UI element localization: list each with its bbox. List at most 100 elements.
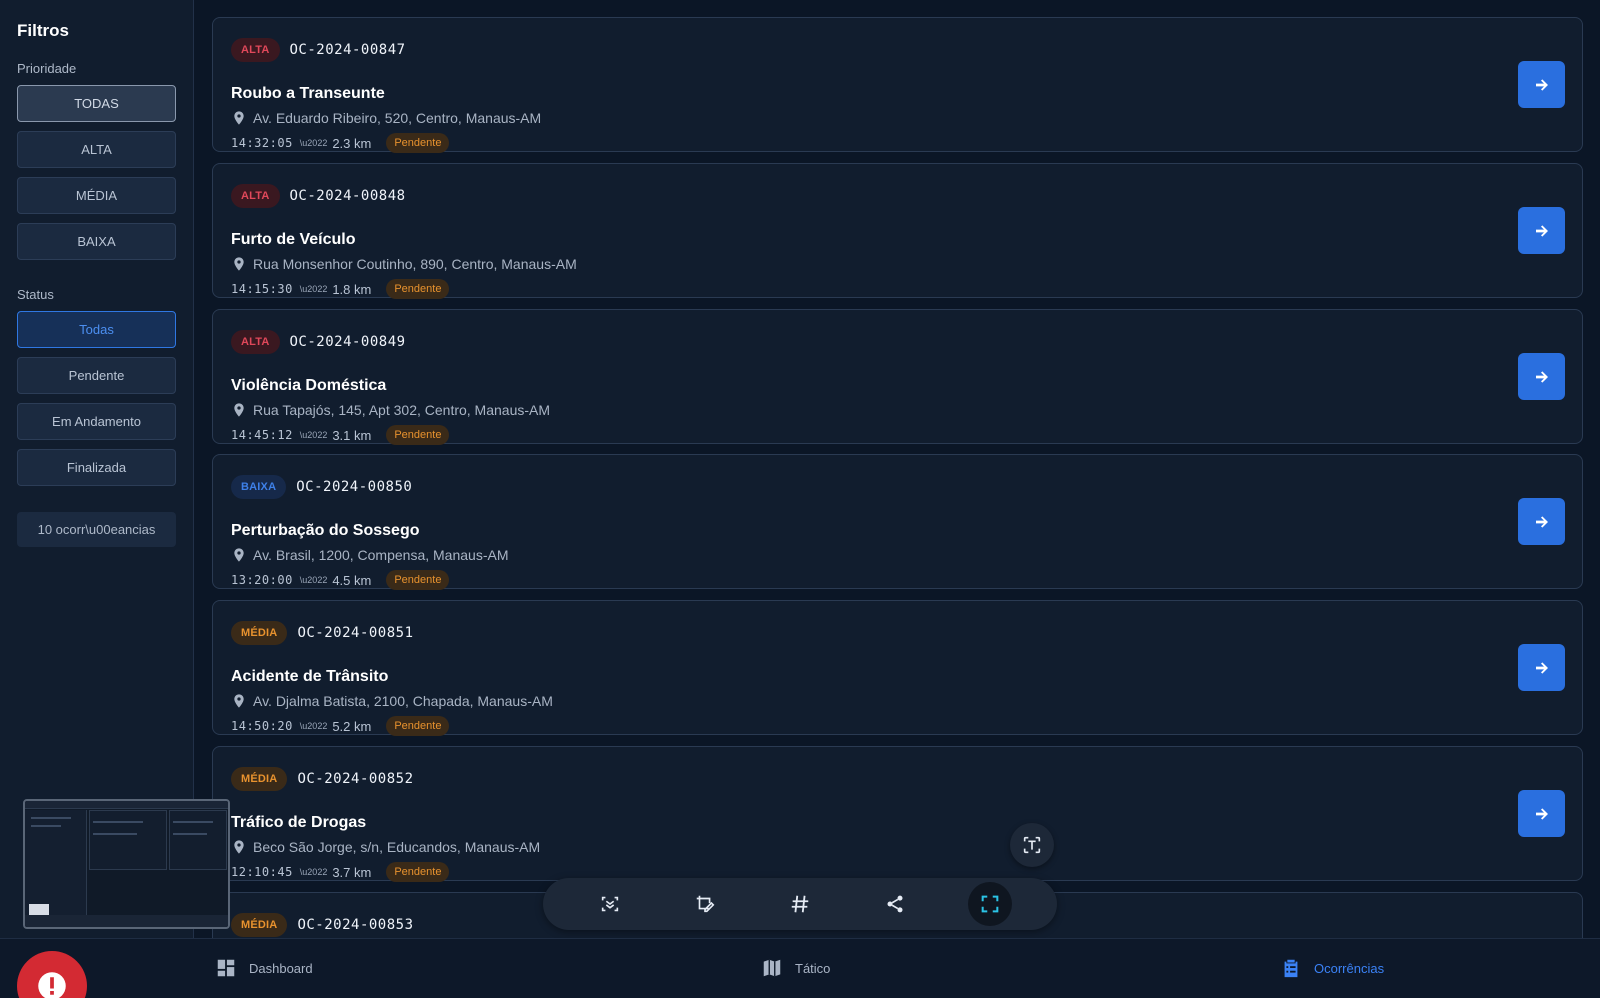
- status-badge: Pendente: [386, 862, 450, 882]
- status-badge: Pendente: [386, 279, 450, 299]
- address-text: Av. Brasil, 1200, Compensa, Manaus-AM: [253, 547, 509, 563]
- occurrence-count: 10 ocorr\u00eancias: [17, 512, 176, 547]
- status-badge: Pendente: [386, 570, 450, 590]
- open-occurrence-button[interactable]: [1518, 353, 1565, 400]
- status-badge: Pendente: [386, 425, 450, 445]
- occurrence-list: ALTA OC-2024-00847 Roubo a Transeunte Av…: [194, 0, 1600, 938]
- status-filter-em-andamento[interactable]: Em Andamento: [17, 403, 176, 440]
- occurrence-address: Av. Eduardo Ribeiro, 520, Centro, Manaus…: [231, 110, 541, 126]
- location-pin-icon: [234, 548, 244, 562]
- priority-badge: MÉDIA: [231, 767, 288, 791]
- nav-occurrences[interactable]: Ocorrências: [1280, 957, 1384, 979]
- open-occurrence-button[interactable]: [1518, 790, 1565, 837]
- priority-badge: MÉDIA: [231, 913, 288, 937]
- occurrence-distance: 3.1 km: [332, 427, 372, 443]
- occurrence-title: Tráfico de Drogas: [231, 814, 367, 831]
- meta-separator: \u2022: [299, 721, 328, 731]
- occurrence-code: OC-2024-00853: [297, 917, 414, 933]
- occurrence-address: Av. Brasil, 1200, Compensa, Manaus-AM: [231, 547, 509, 563]
- clipboard-list-icon: [1284, 959, 1298, 978]
- open-occurrence-button[interactable]: [1518, 644, 1565, 691]
- text-select-icon: [1023, 836, 1041, 854]
- priority-filter-all[interactable]: TODAS: [17, 85, 176, 122]
- arrow-right-icon: [1535, 224, 1548, 237]
- occurrence-card[interactable]: ALTA OC-2024-00849 Violência Doméstica R…: [212, 309, 1583, 445]
- priority-filter-baixa[interactable]: BAIXA: [17, 223, 176, 260]
- location-pin-icon: [234, 403, 244, 417]
- arrow-right-icon: [1535, 807, 1548, 820]
- arrow-right-icon: [1535, 661, 1548, 674]
- location-pin-icon: [234, 257, 244, 271]
- address-text: Rua Tapajós, 145, Apt 302, Centro, Manau…: [253, 402, 551, 418]
- open-occurrence-button[interactable]: [1518, 61, 1565, 108]
- meta-separator: \u2022: [299, 138, 328, 148]
- occurrence-title: Furto de Veículo: [231, 231, 356, 248]
- occurrence-time: 14:32:05: [231, 136, 293, 150]
- location-pin-icon: [234, 111, 244, 125]
- address-text: Av. Djalma Batista, 2100, Chapada, Manau…: [253, 693, 553, 709]
- meta-separator: \u2022: [299, 284, 328, 294]
- priority-badge: MÉDIA: [231, 621, 288, 645]
- crop-edit-icon: [696, 895, 715, 913]
- status-filter-pendente[interactable]: Pendente: [17, 357, 176, 394]
- occurrence-code: OC-2024-00849: [289, 334, 406, 350]
- nav-tactical[interactable]: Tático: [761, 957, 830, 979]
- occurrence-distance: 5.2 km: [332, 718, 372, 734]
- share-button[interactable]: [873, 882, 917, 926]
- occurrence-code: OC-2024-00850: [296, 479, 413, 495]
- occurrence-time: 12:10:45: [231, 865, 293, 879]
- occurrence-code: OC-2024-00848: [289, 188, 406, 204]
- occurrence-time: 14:50:20: [231, 719, 293, 733]
- occurrence-card[interactable]: ALTA OC-2024-00848 Furto de Veículo Rua …: [212, 163, 1583, 299]
- arrow-right-icon: [1535, 515, 1548, 528]
- status-filter-all[interactable]: Todas: [17, 311, 176, 348]
- status-badge: Pendente: [386, 716, 450, 736]
- occurrence-card[interactable]: MÉDIA OC-2024-00852 Tráfico de Drogas Be…: [212, 746, 1583, 882]
- occurrence-address: Rua Monsenhor Coutinho, 890, Centro, Man…: [231, 256, 577, 272]
- occurrence-address: Beco São Jorge, s/n, Educandos, Manaus-A…: [231, 839, 540, 855]
- address-text: Rua Monsenhor Coutinho, 890, Centro, Man…: [253, 256, 577, 272]
- priority-filter-alta[interactable]: ALTA: [17, 131, 176, 168]
- priority-badge: ALTA: [231, 38, 280, 62]
- edit-button[interactable]: [683, 882, 727, 926]
- priority-filter-media[interactable]: MÉDIA: [17, 177, 176, 214]
- open-occurrence-button[interactable]: [1518, 498, 1565, 545]
- meta-separator: \u2022: [299, 575, 328, 585]
- status-filter-finalizada[interactable]: Finalizada: [17, 449, 176, 486]
- address-text: Av. Eduardo Ribeiro, 520, Centro, Manaus…: [253, 110, 542, 126]
- priority-badge: BAIXA: [231, 475, 287, 499]
- fullscreen-capture-button[interactable]: [967, 882, 1012, 926]
- location-pin-icon: [234, 840, 244, 854]
- scroll-capture-button[interactable]: [588, 882, 632, 926]
- occurrence-address: Rua Tapajós, 145, Apt 302, Centro, Manau…: [231, 402, 550, 418]
- screenshot-thumbnail[interactable]: [23, 799, 230, 929]
- filters-sidebar: Filtros Prioridade TODAS ALTA MÉDIA BAIX…: [0, 0, 194, 938]
- screenshot-frame-icon: [981, 895, 998, 913]
- occurrence-address: Av. Djalma Batista, 2100, Chapada, Manau…: [231, 693, 553, 709]
- occurrence-distance: 3.7 km: [332, 864, 372, 880]
- hashtag-button[interactable]: [778, 882, 822, 926]
- occurrence-time: 14:45:12: [231, 428, 293, 442]
- occurrence-card[interactable]: ALTA OC-2024-00847 Roubo a Transeunte Av…: [212, 17, 1583, 153]
- map-icon: [763, 959, 781, 977]
- occurrence-code: OC-2024-00852: [297, 771, 414, 787]
- occurrence-title: Perturbação do Sossego: [231, 522, 420, 539]
- filters-title: Filtros: [17, 21, 69, 40]
- meta-separator: \u2022: [299, 867, 328, 877]
- arrow-right-icon: [1535, 370, 1548, 383]
- arrow-right-icon: [1535, 78, 1548, 91]
- occurrence-distance: 2.3 km: [332, 135, 372, 151]
- hashtag-icon: [791, 895, 809, 913]
- occurrence-card[interactable]: MÉDIA OC-2024-00851 Acidente de Trânsito…: [212, 600, 1583, 736]
- priority-label: Prioridade: [17, 61, 77, 76]
- nav-dashboard[interactable]: Dashboard: [215, 957, 313, 979]
- address-text: Beco São Jorge, s/n, Educandos, Manaus-A…: [253, 839, 541, 855]
- priority-badge: ALTA: [231, 184, 280, 208]
- status-label: Status: [17, 287, 54, 302]
- dashboard-icon: [217, 959, 235, 977]
- open-occurrence-button[interactable]: [1518, 207, 1565, 254]
- nav-dashboard-label: Dashboard: [249, 960, 313, 976]
- occurrence-code: OC-2024-00847: [289, 42, 406, 58]
- occurrence-card[interactable]: BAIXA OC-2024-00850 Perturbação do Sosse…: [212, 454, 1583, 590]
- text-recognition-button[interactable]: [1010, 823, 1054, 867]
